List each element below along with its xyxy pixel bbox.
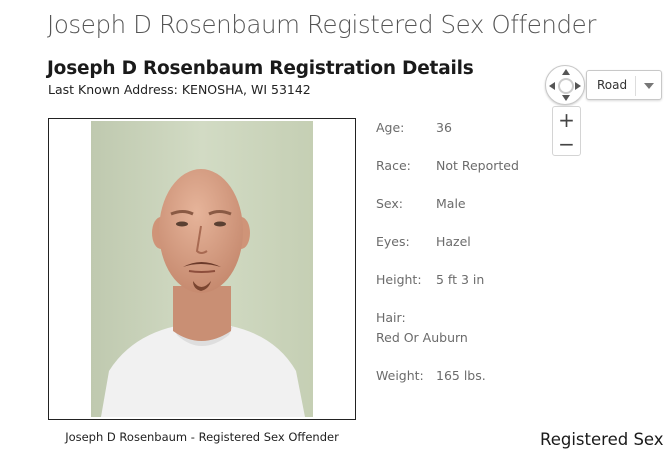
pan-right-icon[interactable] — [575, 82, 581, 90]
detail-label: Sex: — [376, 196, 404, 211]
offender-photo-frame — [48, 118, 356, 420]
detail-sex: Sex: Male — [376, 196, 466, 211]
detail-weight: Weight: 165 lbs. — [376, 368, 486, 383]
map-pan-control[interactable] — [545, 65, 585, 105]
detail-label: Weight: — [376, 368, 424, 383]
registered-sex-heading: Registered Sex — [540, 430, 664, 449]
map-type-label: Road — [597, 78, 628, 92]
photo-caption: Joseph D Rosenbaum - Registered Sex Offe… — [65, 430, 339, 444]
pan-up-icon[interactable] — [562, 69, 570, 75]
detail-label: Height: — [376, 272, 422, 287]
detail-value: 36 — [436, 120, 452, 135]
detail-age: Age: 36 — [376, 120, 452, 135]
offender-photo-image — [91, 121, 313, 417]
detail-hair: Hair: Red Or Auburn — [376, 310, 468, 345]
detail-label: Age: — [376, 120, 405, 135]
map-type-divider — [635, 76, 636, 96]
detail-value: Not Reported — [436, 158, 519, 173]
pan-left-icon[interactable] — [549, 82, 555, 90]
last-known-address: Last Known Address: KENOSHA, WI 53142 — [48, 82, 311, 97]
detail-eyes: Eyes: Hazel — [376, 234, 471, 249]
zoom-out-button[interactable]: − — [553, 132, 580, 156]
detail-value: Hazel — [436, 234, 471, 249]
detail-label: Hair: — [376, 310, 406, 325]
detail-value: 5 ft 3 in — [436, 272, 485, 287]
detail-value: 165 lbs. — [436, 368, 486, 383]
zoom-in-button[interactable]: + — [553, 108, 580, 132]
detail-race: Race: Not Reported — [376, 158, 519, 173]
detail-value: Male — [436, 196, 466, 211]
detail-height: Height: 5 ft 3 in — [376, 272, 484, 287]
map-zoom-control: + − — [552, 106, 581, 156]
detail-value: Red Or Auburn — [376, 330, 468, 345]
detail-label: Race: — [376, 158, 411, 173]
registration-heading: Joseph D Rosenbaum Registration Details — [47, 58, 474, 79]
chevron-down-icon[interactable] — [644, 83, 654, 89]
detail-label: Eyes: — [376, 234, 410, 249]
pan-down-icon[interactable] — [562, 95, 570, 101]
pan-center-icon[interactable] — [558, 78, 574, 94]
map-type-selector[interactable]: Road — [586, 70, 662, 100]
offender-photo — [91, 121, 313, 417]
page-title: Joseph D Rosenbaum Registered Sex Offend… — [47, 10, 597, 39]
